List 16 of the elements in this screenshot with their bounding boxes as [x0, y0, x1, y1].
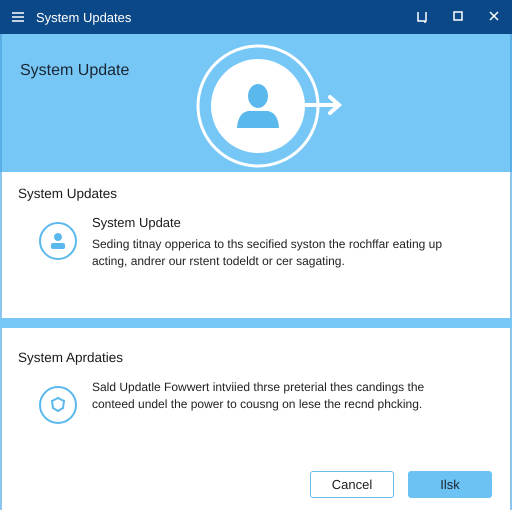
minimize-icon[interactable] [417, 11, 427, 23]
confirm-button[interactable]: Ilsk [408, 471, 492, 498]
section-heading: System Aprdaties [18, 350, 124, 365]
description-text: Sald Updatle Fowwert intviied thrse preterial thes candings the conteed undel the power to cousng on lese the recnd phcking. [92, 379, 426, 413]
description-text: Seding titnay opperica to ths secified syston the rochffar eating up acting, andrer our rstent todeldt or cer sagating. [92, 236, 443, 270]
hero-title: System Update [20, 62, 130, 80]
maximize-icon[interactable] [453, 11, 463, 21]
window-title: System Updates [36, 10, 132, 24]
person-icon [38, 221, 78, 261]
shield-icon [38, 385, 78, 425]
menu-icon[interactable] [12, 12, 24, 22]
user-arrow-icon [196, 44, 342, 168]
item-title: System Update [92, 215, 182, 230]
section-heading: System Updates [18, 186, 118, 201]
close-icon[interactable] [489, 11, 499, 21]
cancel-button[interactable]: Cancel [310, 471, 394, 498]
